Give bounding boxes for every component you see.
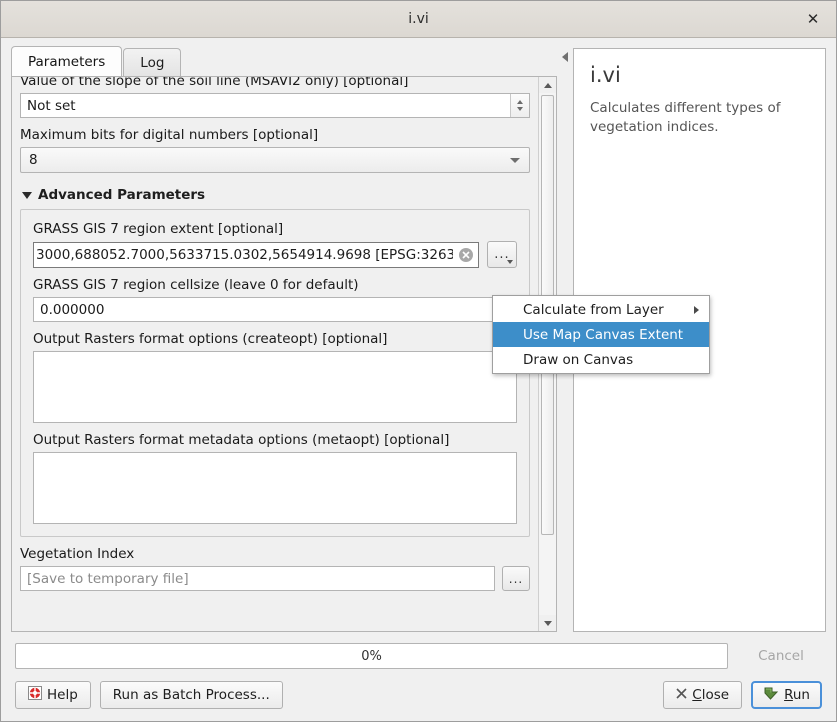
- parameters-scroll-area: Value of the slope of the soil line (MSA…: [12, 77, 538, 631]
- run-mnemonic: R: [784, 687, 793, 703]
- createopt-textarea[interactable]: [33, 351, 517, 423]
- help-icon: [28, 686, 42, 704]
- dropdown-caret-icon: [507, 260, 513, 264]
- slope-value: Not set: [27, 97, 76, 114]
- dialog-footer: 0% Cancel Help Run as Batch Process... C…: [1, 632, 836, 721]
- help-button-label: Help: [47, 687, 78, 703]
- parameters-column: Parameters Log Value of the slope of the…: [11, 46, 557, 632]
- maxbits-combo[interactable]: 8: [20, 147, 530, 173]
- clear-icon[interactable]: [458, 247, 474, 263]
- tab-log-label: Log: [140, 54, 165, 71]
- window-title: i.vi: [408, 11, 429, 27]
- help-button[interactable]: Help: [15, 681, 91, 709]
- cancel-label: Cancel: [758, 648, 804, 664]
- progress-text: 0%: [361, 648, 382, 664]
- cancel-button: Cancel: [740, 642, 822, 670]
- menu-item-draw-on-canvas-label: Draw on Canvas: [523, 351, 634, 368]
- spin-down-icon[interactable]: [517, 107, 523, 111]
- output-label: Vegetation Index: [20, 546, 135, 562]
- dialog-body: Parameters Log Value of the slope of the…: [1, 38, 836, 721]
- title-bar: i.vi ✕: [1, 1, 836, 38]
- menu-item-draw-on-canvas[interactable]: Draw on Canvas: [493, 347, 709, 372]
- close-icon[interactable]: ✕: [790, 1, 836, 36]
- collapse-triangle-icon[interactable]: [22, 191, 32, 199]
- advanced-parameters-group: GRASS GIS 7 region extent [optional] 300…: [20, 209, 530, 537]
- tab-log[interactable]: Log: [123, 48, 182, 76]
- output-placeholder: [Save to temporary file]: [27, 570, 189, 587]
- extent-options-menu[interactable]: Calculate from Layer Use Map Canvas Exte…: [492, 295, 710, 374]
- slope-spinner[interactable]: [510, 94, 529, 117]
- spin-up-icon[interactable]: [517, 100, 523, 104]
- button-row: Help Run as Batch Process... Close Run: [15, 681, 822, 709]
- menu-item-calculate-from-layer-label: Calculate from Layer: [523, 301, 664, 318]
- slope-input[interactable]: Not set: [20, 93, 530, 118]
- menu-item-use-map-canvas-extent-label: Use Map Canvas Extent: [523, 326, 684, 343]
- chevron-down-icon[interactable]: [510, 158, 520, 163]
- output-row: [Save to temporary file] ...: [20, 566, 530, 591]
- close-x-icon: [676, 687, 687, 703]
- extent-label: GRASS GIS 7 region extent [optional]: [33, 221, 284, 237]
- extent-options-button[interactable]: ...: [487, 241, 517, 268]
- close-button-label: Close: [692, 687, 729, 703]
- run-button[interactable]: Run: [751, 681, 822, 709]
- tab-parameters[interactable]: Parameters: [11, 46, 123, 76]
- help-title: i.vi: [590, 63, 621, 87]
- slope-label: Value of the slope of the soil line (MSA…: [20, 77, 409, 89]
- scroll-down-icon: [543, 620, 552, 626]
- output-file-input[interactable]: [Save to temporary file]: [20, 566, 495, 591]
- extent-input[interactable]: 3000,688052.7000,5633715.0302,5654914.96…: [33, 241, 479, 268]
- createopt-label: Output Rasters format options (createopt…: [33, 331, 388, 347]
- progress-row: 0% Cancel: [15, 642, 822, 670]
- submenu-arrow-icon: [694, 305, 699, 314]
- metaopt-textarea[interactable]: [33, 452, 517, 524]
- progress-bar: 0%: [15, 643, 728, 669]
- extent-row: 3000,688052.7000,5633715.0302,5654914.96…: [33, 241, 517, 268]
- parameters-panel: Value of the slope of the soil line (MSA…: [11, 76, 557, 632]
- close-rest: lose: [701, 687, 730, 703]
- help-description: Calculates different types of vegetation…: [590, 100, 781, 135]
- scroll-down-button[interactable]: [539, 615, 556, 631]
- tab-parameters-label: Parameters: [28, 53, 106, 70]
- close-mnemonic: C: [692, 687, 702, 703]
- parameters-form: Value of the slope of the soil line (MSA…: [20, 77, 530, 607]
- extent-value: 3000,688052.7000,5633715.0302,5654914.96…: [36, 246, 453, 263]
- cellsize-label: GRASS GIS 7 region cellsize (leave 0 for…: [33, 277, 359, 293]
- collapse-left-icon[interactable]: [562, 52, 568, 62]
- batch-button-label: Run as Batch Process...: [112, 687, 270, 703]
- scroll-up-icon: [543, 82, 552, 88]
- menu-item-calculate-from-layer[interactable]: Calculate from Layer: [493, 297, 709, 322]
- tab-bar: Parameters Log: [11, 46, 557, 76]
- menu-item-use-map-canvas-extent[interactable]: Use Map Canvas Extent: [493, 322, 709, 347]
- maxbits-label: Maximum bits for digital numbers [option…: [20, 127, 319, 143]
- cellsize-value: 0.000000: [40, 301, 105, 318]
- scroll-up-button[interactable]: [539, 77, 556, 93]
- metaopt-label: Output Rasters format metadata options (…: [33, 432, 450, 448]
- output-browse-button[interactable]: ...: [502, 566, 530, 591]
- run-button-label: Run: [784, 687, 810, 703]
- run-rest: un: [792, 687, 810, 703]
- processing-algorithm-dialog: i.vi ✕ Parameters Log Value of the slope…: [0, 0, 837, 722]
- advanced-parameters-header[interactable]: Advanced Parameters: [22, 187, 530, 203]
- run-icon: [763, 686, 779, 705]
- close-button[interactable]: Close: [663, 681, 743, 709]
- run-as-batch-button[interactable]: Run as Batch Process...: [99, 681, 283, 709]
- maxbits-value: 8: [29, 152, 38, 168]
- content-area: Parameters Log Value of the slope of the…: [1, 38, 836, 632]
- cellsize-input[interactable]: 0.000000: [33, 297, 517, 322]
- advanced-parameters-label: Advanced Parameters: [38, 187, 206, 203]
- output-dots-label: ...: [508, 571, 524, 586]
